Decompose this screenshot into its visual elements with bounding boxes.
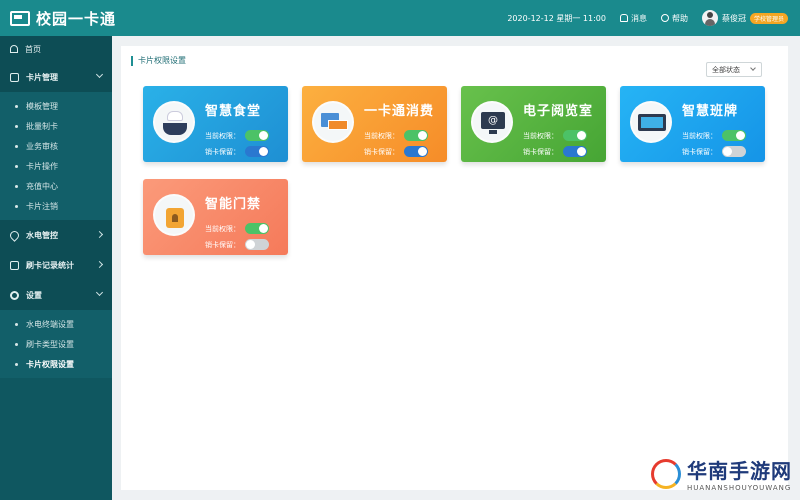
sidebar-group-label: 水电管控	[26, 230, 58, 240]
permission-card-reading-room[interactable]: @ 电子阅览室 当前权限： 销卡保留：	[461, 86, 606, 162]
watermark-en: HUANANSHOUYOUWANG	[687, 484, 792, 492]
status-select-value: 全部状态	[712, 65, 740, 74]
card-icon	[10, 72, 19, 82]
revoke-retain-label: 销卡保留：	[205, 240, 240, 249]
sidebar-subitem-operation[interactable]: 卡片操作	[0, 156, 112, 176]
home-icon	[10, 45, 18, 53]
help-icon	[660, 14, 669, 22]
revoke-retain-label: 销卡保留：	[682, 147, 717, 156]
current-permission-toggle[interactable]	[404, 130, 428, 141]
current-permission-label: 当前权限：	[682, 131, 717, 140]
sidebar-subitem-cancel[interactable]: 卡片注销	[0, 196, 112, 216]
app-logo[interactable]: 校园一卡通	[0, 8, 120, 29]
current-permission-toggle[interactable]	[563, 130, 587, 141]
monitor-icon: @	[471, 101, 513, 143]
water-drop-icon	[8, 228, 21, 242]
help-link[interactable]: 帮助	[660, 13, 688, 24]
sidebar-subitem-recharge[interactable]: 充值中心	[0, 176, 112, 196]
revoke-retain-label: 销卡保留：	[364, 147, 399, 156]
current-permission-label: 当前权限：	[523, 131, 558, 140]
chart-icon	[10, 260, 19, 270]
revoke-retain-label: 销卡保留：	[205, 147, 240, 156]
card-logo-icon	[10, 10, 30, 26]
permission-card-consume[interactable]: 一卡通消费 当前权限： 销卡保留：	[302, 86, 447, 162]
sidebar-group-label: 设置	[26, 290, 42, 300]
sidebar-group-label: 刷卡记录统计	[26, 260, 74, 270]
chevron-down-icon	[95, 288, 104, 297]
messages-label: 消息	[630, 13, 647, 23]
door-lock-icon	[153, 194, 195, 236]
chevron-right-icon	[95, 230, 104, 239]
current-permission-label: 当前权限：	[205, 224, 240, 233]
revoke-retain-toggle[interactable]	[404, 146, 428, 157]
chevron-down-icon	[750, 65, 756, 71]
permission-card-class-board[interactable]: 智慧班牌 当前权限： 销卡保留：	[620, 86, 765, 162]
display-board-icon	[630, 101, 672, 143]
watermark-cn: 华南手游网	[687, 459, 792, 483]
sidebar-group-settings[interactable]: 设置	[0, 280, 112, 310]
watermark: 华南手游网 HUANANSHOUYOUWANG	[651, 455, 792, 492]
revoke-retain-toggle[interactable]	[245, 239, 269, 250]
chef-icon	[153, 101, 195, 143]
sidebar-group-swipe-stats[interactable]: 刷卡记录统计	[0, 250, 112, 280]
status-select[interactable]: 全部状态	[706, 62, 762, 77]
page-title: 卡片权限设置	[131, 56, 186, 66]
bell-icon	[619, 14, 628, 22]
card-title: 一卡通消费	[364, 104, 435, 119]
sidebar-subitem-review[interactable]: 业务审核	[0, 136, 112, 156]
datetime-display: 2020-12-12 星期一 11:00	[507, 13, 606, 23]
sidebar-subitem-template[interactable]: 模板管理	[0, 96, 112, 116]
sidebar-item-label: 首页	[25, 44, 41, 54]
chevron-down-icon	[95, 70, 104, 79]
avatar	[701, 10, 718, 26]
revoke-retain-toggle[interactable]	[563, 146, 587, 157]
user-menu[interactable]: 蔡俊冠 学校管理员	[701, 10, 788, 26]
current-permission-toggle[interactable]	[245, 130, 269, 141]
watermark-logo-icon	[651, 458, 681, 489]
current-permission-toggle[interactable]	[722, 130, 746, 141]
revoke-retain-label: 销卡保留：	[523, 147, 558, 156]
help-label: 帮助	[671, 13, 688, 23]
current-permission-toggle[interactable]	[245, 223, 269, 234]
pos-terminal-icon	[312, 101, 354, 143]
sidebar-subitem-batch[interactable]: 批量制卡	[0, 116, 112, 136]
user-name: 蔡俊冠	[721, 13, 746, 23]
app-title: 校园一卡通	[36, 9, 117, 28]
permission-card-canteen[interactable]: 智慧食堂 当前权限： 销卡保留：	[143, 86, 288, 162]
messages-link[interactable]: 消息	[619, 13, 647, 24]
sidebar-item-home[interactable]: 首页	[0, 36, 112, 62]
sidebar-subitem-swipe-type[interactable]: 刷卡类型设置	[0, 334, 112, 354]
current-permission-label: 当前权限：	[205, 131, 240, 140]
card-title: 智慧食堂	[205, 104, 262, 119]
card-title: 智慧班牌	[682, 104, 739, 119]
sidebar-subitem-utility-terminal[interactable]: 水电终端设置	[0, 314, 112, 334]
permission-card-door-access[interactable]: 智能门禁 当前权限： 销卡保留：	[143, 179, 288, 255]
card-title: 智能门禁	[205, 197, 262, 212]
card-title: 电子阅览室	[523, 104, 594, 119]
sidebar-group-card-mgmt[interactable]: 卡片管理	[0, 62, 112, 92]
top-header: 校园一卡通 2020-12-12 星期一 11:00 消息 帮助 蔡俊冠 学校管…	[0, 0, 800, 36]
chevron-right-icon	[95, 260, 104, 269]
revoke-retain-toggle[interactable]	[245, 146, 269, 157]
sidebar-group-label: 卡片管理	[26, 72, 58, 82]
sidebar-subitem-card-permission[interactable]: 卡片权限设置	[0, 354, 112, 374]
sidebar: 首页 卡片管理 模板管理 批量制卡 业务审核 卡片操作 充值中心 卡片注销 水电…	[0, 36, 112, 500]
revoke-retain-toggle[interactable]	[722, 146, 746, 157]
current-permission-label: 当前权限：	[364, 131, 399, 140]
sidebar-group-utility[interactable]: 水电管控	[0, 220, 112, 250]
gear-icon	[10, 290, 19, 300]
role-badge: 学校管理员	[749, 12, 788, 24]
